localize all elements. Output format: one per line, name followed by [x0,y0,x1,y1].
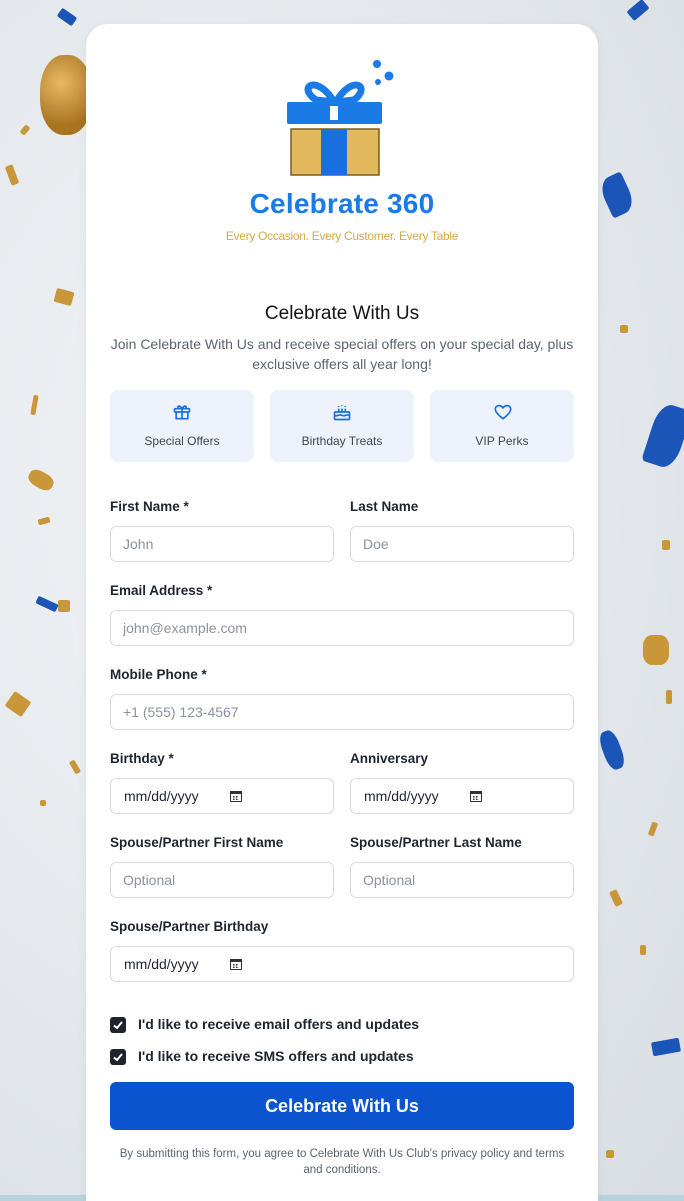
spouse-birthday-date-input[interactable]: mm/dd/yyyy [110,946,574,982]
cake-icon [333,405,351,421]
gift-logo-icon [287,60,394,176]
perk-label: Birthday Treats [301,434,383,448]
page-title: Celebrate With Us [264,303,420,324]
date-format-text: mm/dd/yyyy [364,788,439,804]
anniversary-date-input[interactable]: mm/dd/yyyy [350,778,574,814]
calendar-icon[interactable] [230,790,242,802]
submit-button[interactable]: Celebrate With Us [110,1082,574,1130]
anniversary-label: Anniversary [350,751,429,766]
last-name-label: Last Name [350,499,419,514]
legal-disclaimer: By submitting this form, you agree to Ce… [119,1148,565,1176]
sms-optin-checkbox[interactable] [110,1049,126,1065]
phone-input[interactable] [110,694,574,730]
spouse-last-name-label: Spouse/Partner Last Name [350,835,522,850]
email-input[interactable] [110,610,574,646]
date-format-text: mm/dd/yyyy [124,956,199,972]
brand-logo [86,58,598,178]
first-name-input[interactable] [110,526,334,562]
spouse-first-name-input[interactable] [110,862,334,898]
perk-birthday-treats: Birthday Treats [270,390,414,462]
page-subtitle: Join Celebrate With Us and receive speci… [110,336,574,372]
signup-card: Celebrate 360 Every Occasion. Every Cust… [86,24,598,1201]
birthday-date-input[interactable]: mm/dd/yyyy [110,778,334,814]
heart-icon [494,404,512,420]
birthday-label: Birthday * [110,751,174,766]
phone-label: Mobile Phone * [110,667,207,682]
first-name-label: First Name * [110,499,189,514]
perk-label: Special Offers [144,434,220,448]
spouse-last-name-input[interactable] [350,862,574,898]
calendar-icon[interactable] [230,958,242,970]
brand-tagline: Every Occasion. Every Customer. Every Ta… [225,229,459,243]
perk-special-offers: Special Offers [110,390,254,462]
sms-optin-label[interactable]: I'd like to receive SMS offers and updat… [138,1048,414,1064]
spouse-birthday-label: Spouse/Partner Birthday [110,919,269,934]
gift-icon [173,405,191,420]
checkmark-icon [113,1053,123,1062]
date-format-text: mm/dd/yyyy [124,788,199,804]
checkmark-icon [113,1021,123,1030]
calendar-icon[interactable] [470,790,482,802]
email-label: Email Address * [110,583,213,598]
spouse-first-name-label: Spouse/Partner First Name [110,835,284,850]
last-name-input[interactable] [350,526,574,562]
perk-vip-perks: VIP Perks [430,390,574,462]
email-optin-label[interactable]: I'd like to receive email offers and upd… [138,1016,419,1032]
brand-name: Celebrate 360 [249,188,435,219]
perk-label: VIP Perks [475,434,529,448]
email-optin-checkbox[interactable] [110,1017,126,1033]
